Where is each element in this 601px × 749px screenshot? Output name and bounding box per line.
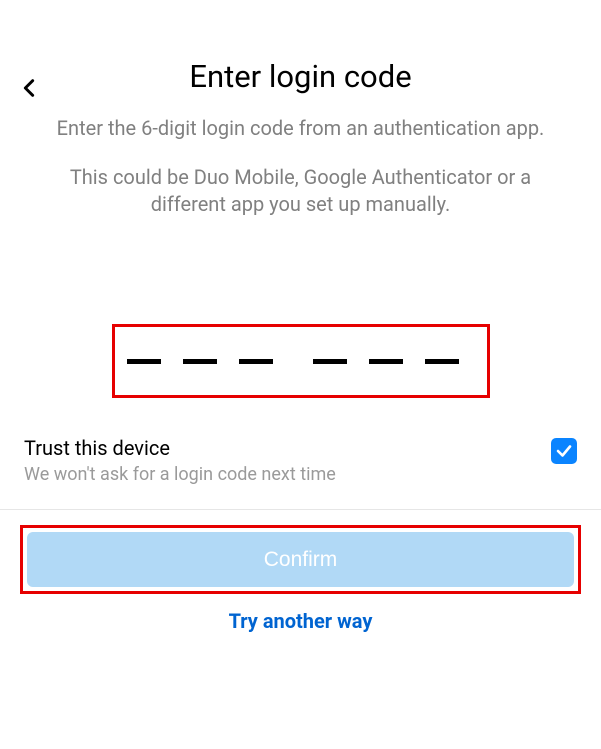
code-digit-6 [425, 359, 459, 364]
code-digit-1 [127, 359, 161, 364]
helper-text: This could be Duo Mobile, Google Authent… [0, 164, 601, 218]
page-title: Enter login code [0, 58, 601, 95]
code-digit-row [115, 359, 487, 364]
check-icon [555, 442, 573, 460]
divider [0, 509, 601, 510]
confirm-button[interactable]: Confirm [27, 532, 574, 587]
trust-label: Trust this device [24, 436, 336, 460]
trust-sublabel: We won't ask for a login code next time [24, 464, 336, 485]
back-button[interactable] [18, 74, 40, 106]
confirm-highlight: Confirm [20, 525, 581, 594]
trust-device-row: Trust this device We won't ask for a log… [0, 436, 601, 485]
code-input[interactable] [112, 324, 490, 398]
code-group-2 [313, 359, 459, 364]
trust-checkbox[interactable] [551, 438, 577, 464]
code-digit-4 [313, 359, 347, 364]
try-another-way-row: Try another way [0, 609, 601, 633]
trust-text-block: Trust this device We won't ask for a log… [24, 436, 336, 485]
try-another-way-link[interactable]: Try another way [229, 609, 373, 633]
chevron-left-icon [18, 74, 40, 102]
code-group-1 [127, 359, 273, 364]
code-digit-5 [369, 359, 403, 364]
instruction-text: Enter the 6-digit login code from an aut… [0, 115, 601, 142]
code-digit-2 [183, 359, 217, 364]
code-digit-3 [239, 359, 273, 364]
